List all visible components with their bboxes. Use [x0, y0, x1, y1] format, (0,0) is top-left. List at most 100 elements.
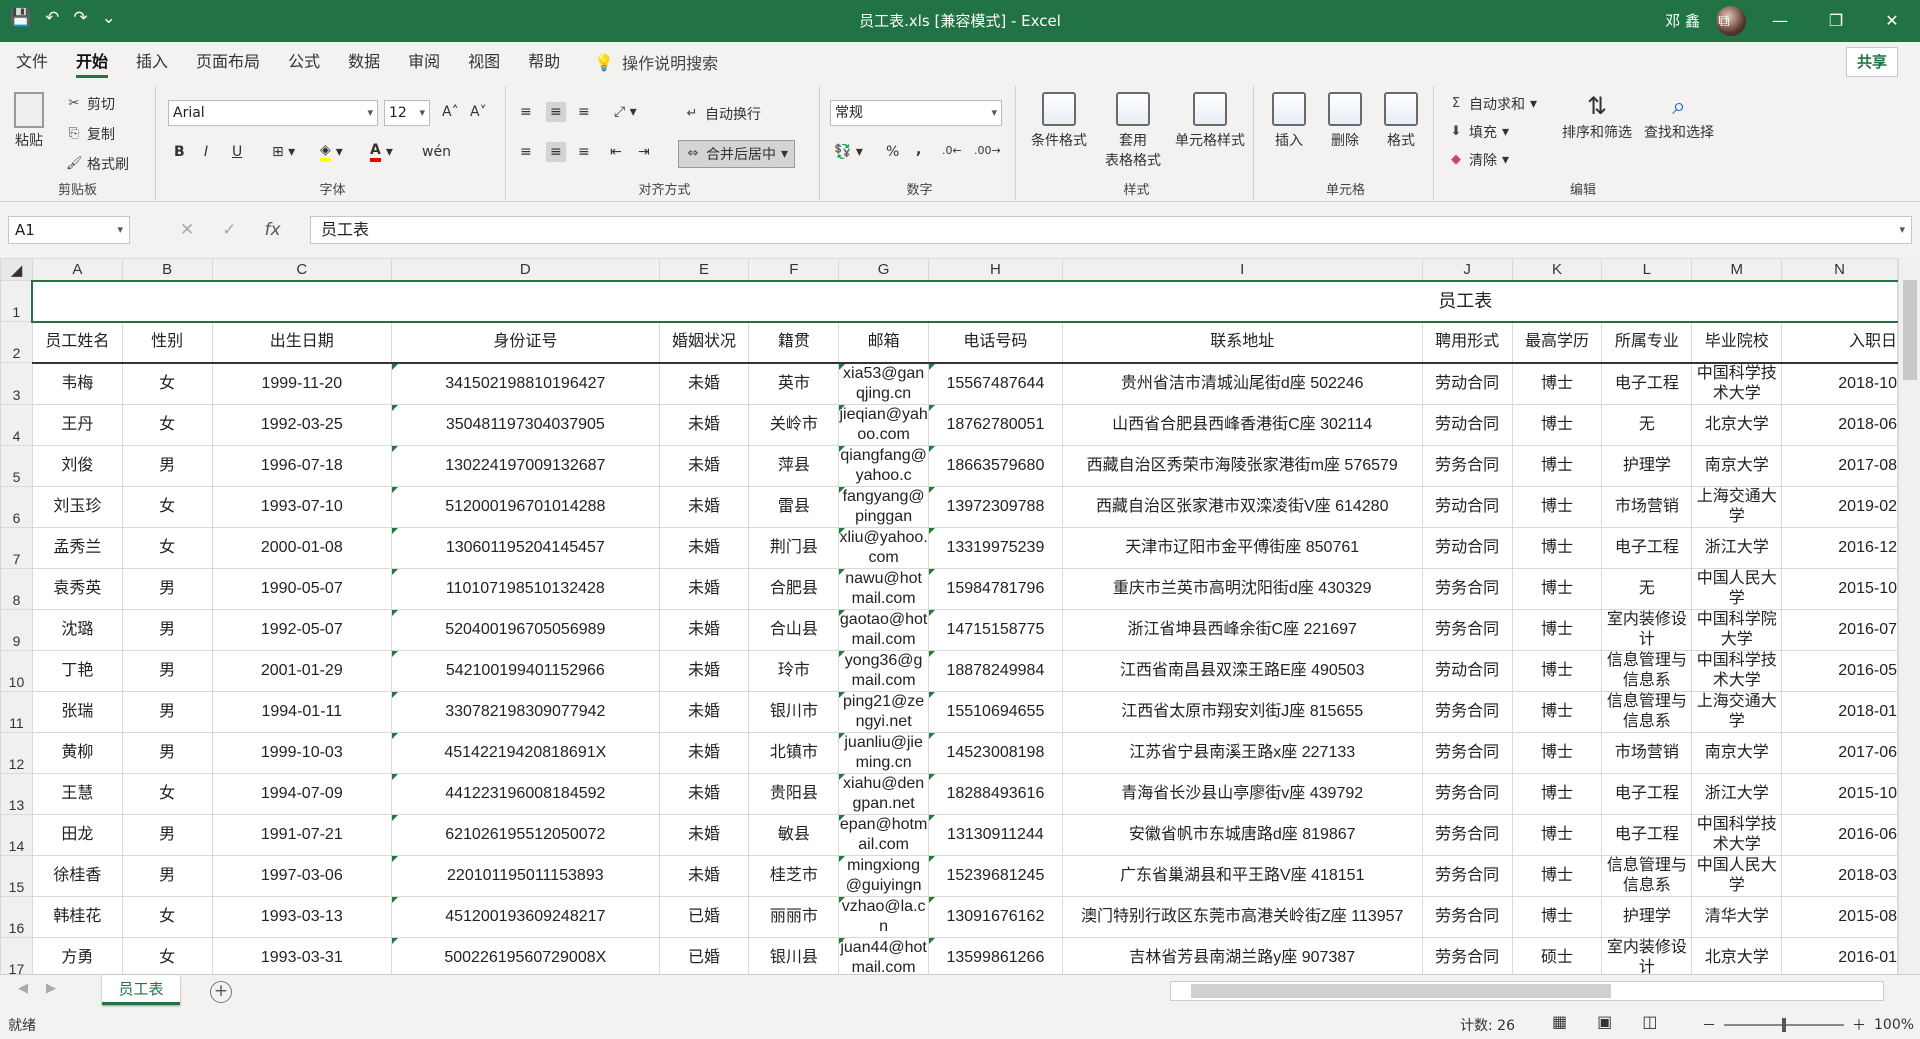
table-cell[interactable]: 博士 [1511, 403, 1603, 446]
table-cell[interactable]: 14523008198 [927, 731, 1063, 774]
table-cell[interactable]: 劳务合同 [1421, 895, 1513, 938]
table-cell[interactable]: 电子工程 [1601, 813, 1693, 856]
table-cell[interactable]: 江西省太原市翔安刘街J座 815655 [1061, 690, 1423, 733]
table-cell[interactable]: 电子工程 [1601, 772, 1693, 815]
row-header[interactable]: 10 [0, 649, 33, 692]
table-cell[interactable]: 2016-06 [1781, 813, 1898, 856]
table-cell[interactable]: 市场营销 [1601, 485, 1693, 528]
table-cell[interactable]: 男 [121, 813, 213, 856]
table-cell[interactable]: 劳动合同 [1421, 362, 1513, 405]
header-cell[interactable]: 性别 [121, 321, 213, 364]
fill-button[interactable]: ⬇ 填充 ▾ [1448, 122, 1509, 142]
table-cell[interactable]: 劳务合同 [1421, 936, 1513, 974]
table-cell[interactable]: 浙江省坤县西峰余街C座 221697 [1061, 608, 1423, 651]
table-cell[interactable]: 萍县 [748, 444, 840, 487]
header-cell[interactable]: 邮箱 [838, 321, 929, 364]
row-header[interactable]: 11 [0, 690, 33, 733]
table-cell[interactable]: 博士 [1511, 895, 1603, 938]
table-cell[interactable]: 西藏自治区秀荣市海陵张家港街m座 576579 [1061, 444, 1423, 487]
table-cell[interactable]: 劳务合同 [1421, 608, 1513, 651]
format-painter-button[interactable]: 🖌 格式刷 [66, 154, 129, 174]
table-cell[interactable]: 1997-03-06 [211, 854, 393, 897]
row-header[interactable]: 17 [0, 936, 33, 974]
table-cell[interactable]: 2017-08 [1781, 444, 1898, 487]
wrap-text-button[interactable]: ↵ 自动换行 [684, 104, 761, 124]
table-cell[interactable]: 贵阳县 [748, 772, 840, 815]
ribbon-display-icon[interactable]: ⧉ [1696, 0, 1752, 42]
table-cell[interactable]: 吉林省芳县南湖兰路y座 907387 [1061, 936, 1423, 974]
increase-indent-icon[interactable]: ⇥ [638, 144, 650, 160]
tab-formulas[interactable]: 公式 [288, 42, 320, 82]
close-button[interactable]: ✕ [1864, 0, 1920, 42]
table-cell[interactable]: 山西省合肥县西峰香港街C座 302114 [1061, 403, 1423, 446]
column-header[interactable]: E [658, 258, 750, 281]
header-cell[interactable]: 联系地址 [1061, 321, 1423, 364]
normal-view-icon[interactable]: ▦ [1552, 1012, 1567, 1031]
maximize-button[interactable]: ❐ [1808, 0, 1864, 42]
table-cell[interactable]: 1999-10-03 [211, 731, 393, 774]
table-cell[interactable]: 女 [121, 485, 213, 528]
table-cell[interactable]: 未婚 [658, 772, 750, 815]
table-cell[interactable]: 博士 [1511, 854, 1603, 897]
table-cell[interactable]: 330782198309077942 [391, 690, 660, 733]
table-cell[interactable]: 130224197009132687 [391, 444, 660, 487]
align-bottom-icon[interactable]: ≡ [578, 104, 590, 120]
tab-help[interactable]: 帮助 [528, 42, 560, 82]
table-cell[interactable]: 玲市 [748, 649, 840, 692]
table-cell[interactable]: 50022619560729008X [391, 936, 660, 974]
number-format-select[interactable]: 常规 [830, 100, 1002, 126]
tab-file[interactable]: 文件 [16, 42, 48, 82]
table-cell[interactable]: 银川县 [748, 936, 840, 974]
table-cell[interactable]: 1994-01-11 [211, 690, 393, 733]
table-cell[interactable]: 安徽省帆市东城唐路d座 819867 [1061, 813, 1423, 856]
table-cell[interactable]: xliu@yahoo.com [838, 526, 929, 569]
align-right-icon[interactable]: ≡ [578, 144, 590, 160]
table-cell[interactable]: 未婚 [658, 690, 750, 733]
tab-insert[interactable]: 插入 [136, 42, 168, 82]
select-all-corner[interactable]: ◢ [0, 258, 33, 281]
align-center-icon[interactable]: ≡ [546, 142, 566, 162]
header-cell[interactable]: 出生日期 [211, 321, 393, 364]
name-box[interactable]: A1 [8, 216, 130, 244]
column-header[interactable]: M [1691, 258, 1783, 281]
table-cell[interactable]: 浙江大学 [1691, 526, 1783, 569]
table-cell[interactable]: 博士 [1511, 690, 1603, 733]
table-cell[interactable]: 电子工程 [1601, 526, 1693, 569]
table-cell[interactable]: 2016-01 [1781, 936, 1898, 974]
table-cell[interactable]: 未婚 [658, 731, 750, 774]
table-cell[interactable]: 女 [121, 772, 213, 815]
row-header[interactable]: 3 [0, 362, 33, 405]
row-header[interactable]: 7 [0, 526, 33, 569]
table-cell[interactable]: 45142219420818691X [391, 731, 660, 774]
table-cell[interactable]: 中国人民大学 [1691, 854, 1783, 897]
table-cell[interactable]: 丽丽市 [748, 895, 840, 938]
table-cell[interactable]: 无 [1601, 403, 1693, 446]
formula-input[interactable]: 员工表 [310, 216, 1912, 244]
table-cell[interactable]: 劳务合同 [1421, 731, 1513, 774]
table-cell[interactable]: 13091676162 [927, 895, 1063, 938]
row-header[interactable]: 14 [0, 813, 33, 856]
row-header[interactable]: 2 [0, 321, 33, 363]
header-cell[interactable]: 身份证号 [391, 321, 660, 364]
table-cell[interactable]: 女 [121, 403, 213, 446]
table-cell[interactable]: 未婚 [658, 485, 750, 528]
cancel-icon[interactable]: ✕ [180, 220, 194, 240]
next-sheet-icon[interactable]: ▶ [46, 981, 56, 996]
autosum-button[interactable]: Σ 自动求和 ▾ [1448, 94, 1537, 114]
table-cell[interactable]: 2018-10 [1781, 362, 1898, 405]
table-cell[interactable]: 男 [121, 854, 213, 897]
header-cell[interactable]: 电话号码 [927, 321, 1063, 364]
table-cell[interactable]: 2015-10 [1781, 567, 1898, 610]
font-size-select[interactable]: 12 [384, 100, 430, 126]
row-header[interactable]: 13 [0, 772, 33, 815]
insert-function-icon[interactable]: fx [265, 220, 281, 240]
italic-button[interactable]: I [204, 144, 208, 160]
header-cell[interactable]: 所属专业 [1601, 321, 1693, 364]
minimize-button[interactable]: — [1752, 0, 1808, 42]
table-cell[interactable]: 重庆市兰英市高明沈阳街d座 430329 [1061, 567, 1423, 610]
table-cell[interactable]: 1999-11-20 [211, 362, 393, 405]
table-cell[interactable]: 未婚 [658, 444, 750, 487]
table-cell[interactable]: 中国科学技术大学 [1691, 362, 1783, 405]
table-cell[interactable]: 张瑞 [31, 690, 123, 733]
table-cell[interactable]: 13130911244 [927, 813, 1063, 856]
